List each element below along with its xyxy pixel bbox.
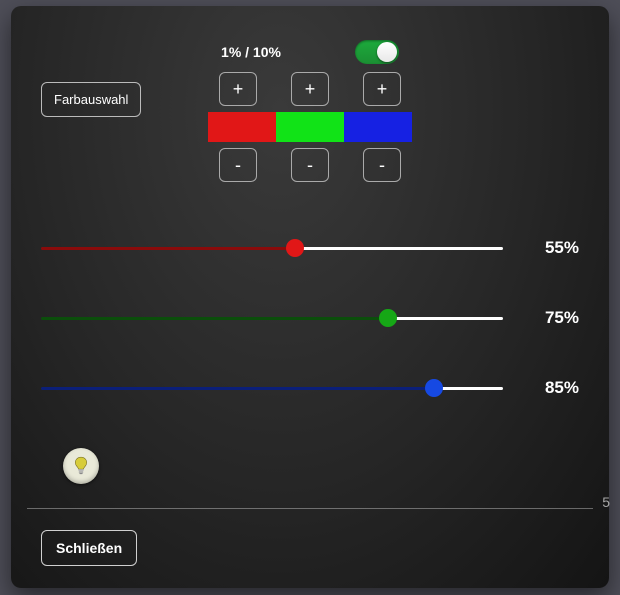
swatch-row: [208, 112, 412, 142]
red-plus-button[interactable]: +: [219, 72, 257, 106]
green-slider[interactable]: [41, 317, 503, 320]
step-size-label: 1% / 10%: [221, 44, 281, 60]
red-value: 55%: [525, 238, 579, 258]
footer-separator: [27, 508, 593, 509]
close-button[interactable]: Schließen: [41, 530, 137, 566]
blue-value: 85%: [525, 378, 579, 398]
green-slider-thumb[interactable]: [379, 309, 397, 327]
blue-slider-row: 85%: [41, 374, 579, 402]
lightbulb-button[interactable]: [63, 448, 99, 484]
step-size-toggle[interactable]: [355, 40, 399, 64]
green-swatch: [276, 112, 344, 142]
green-minus-button[interactable]: -: [291, 148, 329, 182]
green-slider-row: 75%: [41, 304, 579, 332]
blue-swatch: [344, 112, 412, 142]
red-minus-button[interactable]: -: [219, 148, 257, 182]
header-row: 1% / 10%: [11, 40, 609, 64]
blue-slider[interactable]: [41, 387, 503, 390]
green-value: 75%: [525, 308, 579, 328]
red-slider-row: 55%: [41, 234, 579, 262]
plus-row: + + +: [219, 72, 401, 106]
lightbulb-icon: [70, 455, 92, 477]
red-slider-thumb[interactable]: [286, 239, 304, 257]
blue-slider-thumb[interactable]: [425, 379, 443, 397]
blue-minus-button[interactable]: -: [363, 148, 401, 182]
red-slider[interactable]: [41, 247, 503, 250]
green-plus-button[interactable]: +: [291, 72, 329, 106]
sliders-area: 55% 75% 85%: [41, 234, 579, 444]
minus-row: - - -: [219, 148, 401, 182]
red-swatch: [208, 112, 276, 142]
color-control-panel: 1% / 10% Farbauswahl + + + - - - 55%: [11, 6, 609, 588]
blue-plus-button[interactable]: +: [363, 72, 401, 106]
rgb-stepper-block: + + + - - -: [11, 72, 609, 182]
toggle-knob: [377, 42, 397, 62]
edge-number: 5: [602, 494, 610, 510]
